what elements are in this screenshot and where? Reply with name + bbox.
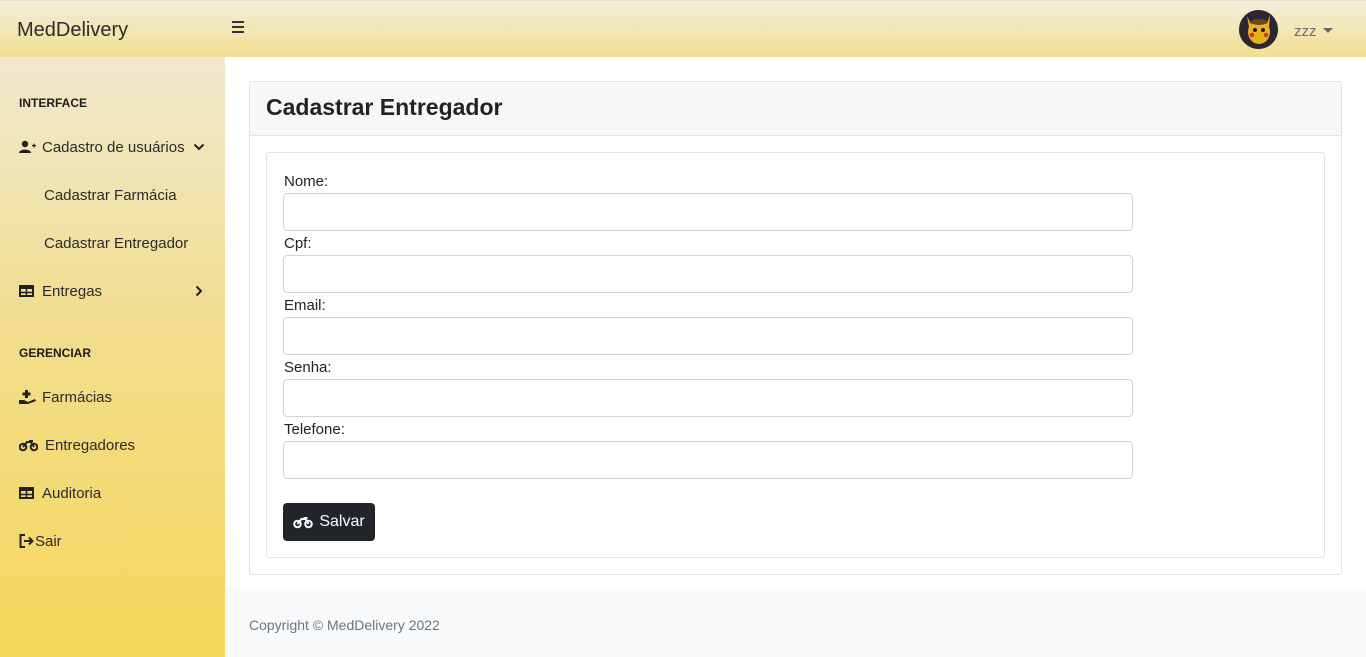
- copyright-text: Copyright © MedDelivery 2022: [249, 617, 440, 633]
- user-plus-icon: [19, 140, 36, 154]
- cpf-input[interactable]: [283, 255, 1133, 293]
- sidebar-item-label: Entregas: [42, 282, 103, 300]
- page-title: Cadastrar Entregador: [250, 82, 1341, 136]
- sidebar: INTERFACE Cadastro de usuários Cadastrar…: [0, 57, 225, 657]
- sidebar-item-entregadores[interactable]: Entregadores: [18, 434, 136, 456]
- chevron-right-icon[interactable]: [194, 285, 204, 297]
- sidebar-item-farmacias[interactable]: Farmácias: [19, 386, 112, 408]
- sidebar-item-label: Auditoria: [42, 484, 102, 502]
- nome-label: Nome:: [284, 173, 329, 190]
- sidebar-item-sair[interactable]: Sair: [19, 530, 62, 552]
- sidebar-item-cadastro[interactable]: Cadastro de usuários: [19, 136, 185, 158]
- save-button[interactable]: Salvar: [283, 503, 375, 541]
- chevron-down-icon[interactable]: [193, 142, 205, 152]
- sidebar-item-entregas[interactable]: Entregas: [19, 280, 102, 302]
- main-content: Cadastrar Entregador Nome: Cpf: Email: S…: [225, 57, 1366, 589]
- sidebar-item-label: Farmácias: [42, 388, 113, 406]
- email-input[interactable]: [283, 317, 1133, 355]
- user-name[interactable]: zzz: [1294, 23, 1317, 40]
- sidebar-item-cadastrar-farmacia[interactable]: Cadastrar Farmácia: [44, 187, 177, 204]
- footer: Copyright © MedDelivery 2022: [225, 589, 1366, 657]
- table-icon: [19, 486, 35, 500]
- telefone-label: Telefone:: [284, 421, 345, 438]
- save-button-label: Salvar: [319, 513, 365, 530]
- telefone-input[interactable]: [283, 441, 1133, 479]
- sign-out-icon: [19, 534, 35, 548]
- sidebar-item-label: Entregadores: [45, 436, 136, 454]
- cpf-label: Cpf:: [284, 235, 312, 252]
- chevron-down-icon[interactable]: [1323, 28, 1333, 33]
- menu-toggle-icon[interactable]: [232, 21, 248, 37]
- sidebar-item-label: Cadastro de usuários: [42, 138, 185, 156]
- sidebar-item-auditoria[interactable]: Auditoria: [19, 482, 101, 504]
- sidebar-item-label: Sair: [35, 532, 62, 550]
- form-card: Cadastrar Entregador Nome: Cpf: Email: S…: [249, 81, 1342, 575]
- senha-input[interactable]: [283, 379, 1133, 417]
- table-icon: [19, 284, 35, 298]
- nome-input[interactable]: [283, 193, 1133, 231]
- top-navbar: MedDelivery zzz: [0, 0, 1366, 57]
- motorcycle-icon: [18, 438, 39, 452]
- user-avatar[interactable]: [1239, 10, 1278, 49]
- email-label: Email:: [284, 297, 326, 314]
- senha-label: Senha:: [284, 359, 332, 376]
- motorcycle-icon: [293, 517, 314, 529]
- hand-holding-medical-icon: [19, 390, 36, 404]
- sidebar-heading-interface: INTERFACE: [19, 96, 88, 110]
- brand-logo[interactable]: MedDelivery: [17, 19, 128, 42]
- form-body: Nome: Cpf: Email: Senha: Telefone: Salva…: [266, 152, 1325, 558]
- sidebar-heading-gerenciar: GERENCIAR: [19, 346, 92, 360]
- sidebar-item-cadastrar-entregador[interactable]: Cadastrar Entregador: [44, 235, 188, 252]
